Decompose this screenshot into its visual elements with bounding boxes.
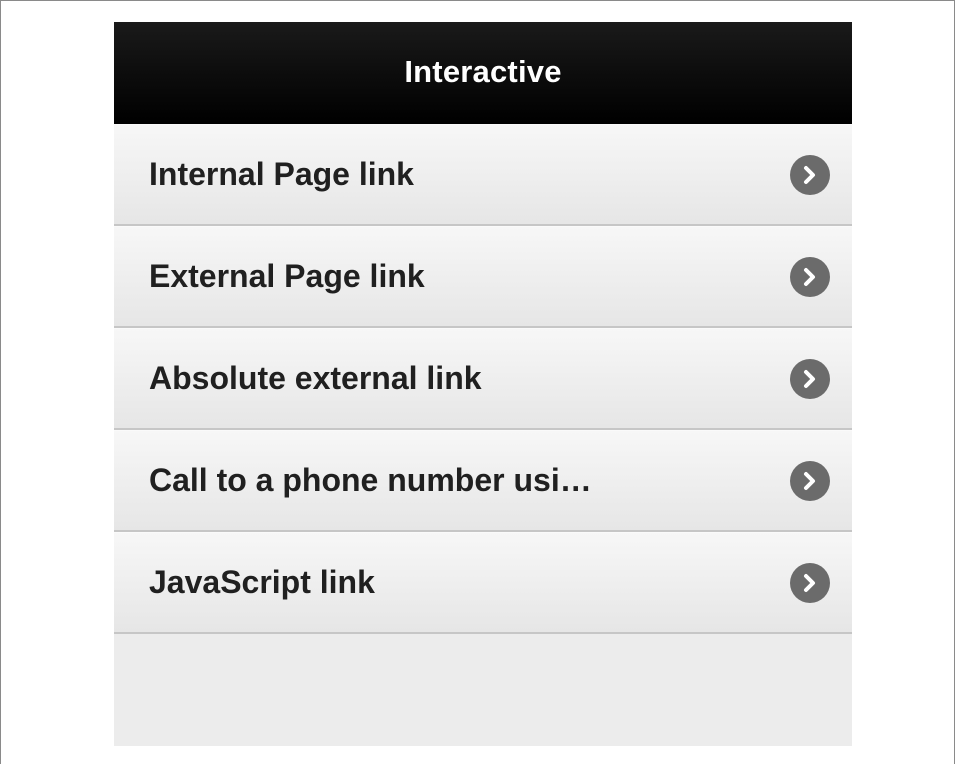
list-item-call-phone-number[interactable]: Call to a phone number usi…	[114, 430, 852, 532]
list-item-javascript-link[interactable]: JavaScript link	[114, 532, 852, 634]
list-item-label: External Page link	[149, 258, 425, 294]
list-item-absolute-external-link[interactable]: Absolute external link	[114, 328, 852, 430]
chevron-right-icon	[790, 460, 830, 501]
list-item-label: Call to a phone number usi…	[149, 462, 592, 498]
chevron-right-icon	[790, 154, 830, 195]
header-bar: Interactive	[114, 22, 852, 124]
list-item-label: Absolute external link	[149, 360, 482, 396]
link-list: Internal Page link External Page link Ab…	[114, 124, 852, 634]
list-item-external-page-link[interactable]: External Page link	[114, 226, 852, 328]
chevron-right-icon	[790, 562, 830, 603]
list-item-internal-page-link[interactable]: Internal Page link	[114, 124, 852, 226]
chevron-right-icon	[790, 358, 830, 399]
mobile-screen: Interactive Internal Page link External …	[114, 22, 852, 746]
list-item-label: Internal Page link	[149, 156, 414, 192]
list-item-label: JavaScript link	[149, 564, 375, 600]
page-title: Interactive	[404, 53, 562, 89]
chevron-right-icon	[790, 256, 830, 297]
